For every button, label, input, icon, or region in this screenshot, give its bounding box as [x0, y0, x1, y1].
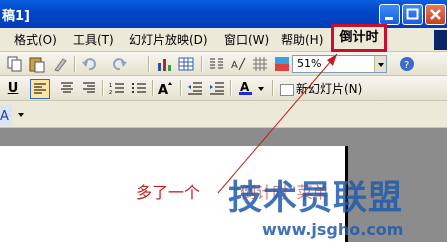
text-direction-icon[interactable]: A — [229, 55, 247, 73]
text-direction-icon[interactable]: A — [0, 105, 18, 125]
menu-tools[interactable]: 工具(T) — [73, 32, 114, 49]
decrease-indent-icon[interactable] — [186, 79, 204, 97]
svg-text:2: 2 — [109, 90, 112, 96]
formatting-toolbar: 12 A A — [0, 76, 447, 101]
close-button[interactable] — [425, 4, 446, 25]
increase-font-icon[interactable]: A — [157, 79, 175, 97]
help-icon[interactable]: ? — [398, 55, 416, 73]
minimize-button[interactable] — [379, 4, 400, 25]
numbering-icon[interactable]: 12 — [108, 79, 126, 97]
grid-icon[interactable] — [251, 55, 269, 73]
maximize-icon — [406, 8, 419, 20]
svg-text:?: ? — [404, 60, 409, 71]
new-slide-label: 新幻灯片(N) — [296, 82, 363, 96]
close-icon — [430, 9, 441, 20]
menu-bar-grip — [434, 30, 447, 50]
underline-button[interactable]: U — [4, 80, 22, 98]
chart-icon[interactable] — [155, 55, 173, 73]
window-title: 稿1] — [2, 9, 30, 24]
menu-help[interactable]: 帮助(H) — [281, 32, 323, 49]
format-painter-icon[interactable] — [52, 55, 70, 73]
chevron-down-icon[interactable] — [17, 111, 35, 129]
standard-toolbar: A 51% ? — [0, 52, 447, 76]
menu-slideshow[interactable]: 幻灯片放映(D) — [129, 32, 208, 49]
menu-countdown[interactable]: 倒计时 — [331, 24, 387, 52]
svg-text:A: A — [240, 80, 250, 94]
table-icon[interactable] — [177, 55, 195, 73]
drawing-toolbar: A — [0, 101, 447, 128]
bullets-icon[interactable] — [130, 79, 148, 97]
align-left-button[interactable] — [30, 79, 50, 99]
svg-text:A: A — [231, 60, 238, 71]
align-left-icon — [34, 83, 46, 94]
increase-indent-icon[interactable] — [208, 79, 226, 97]
new-slide-button[interactable]: 新幻灯片(N) — [280, 80, 362, 98]
svg-text:A: A — [158, 83, 168, 97]
zoom-value: 51% — [297, 57, 322, 70]
annotation-text: 多了一个 — [136, 183, 201, 202]
watermark-brand: 技术员联盟 — [228, 178, 403, 218]
zoom-select[interactable]: 51% — [292, 55, 387, 73]
color-icon[interactable] — [273, 55, 291, 73]
menu-window[interactable]: 窗口(W) — [224, 32, 269, 49]
center-icon[interactable] — [58, 79, 76, 97]
maximize-button[interactable] — [402, 4, 423, 25]
undo-icon[interactable] — [80, 55, 98, 73]
minimize-icon — [385, 17, 393, 20]
paste-icon[interactable] — [28, 55, 46, 73]
menu-format[interactable]: 格式(O) — [14, 32, 57, 49]
svg-text:1: 1 — [109, 83, 112, 89]
watermark-url: www.jsgho.com — [262, 220, 404, 239]
new-slide-icon — [280, 83, 294, 96]
columns-icon[interactable] — [207, 55, 225, 73]
copy-icon[interactable] — [6, 55, 24, 73]
redo-icon[interactable] — [111, 55, 129, 73]
font-color-icon[interactable]: A — [237, 79, 255, 97]
svg-text:A: A — [0, 109, 9, 124]
align-right-icon[interactable] — [80, 79, 98, 97]
chevron-down-icon[interactable] — [374, 56, 386, 72]
